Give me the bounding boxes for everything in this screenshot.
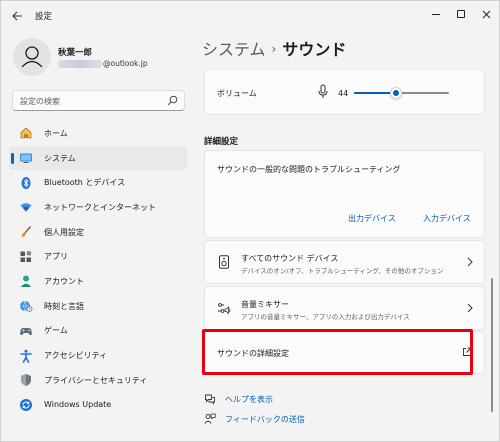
mixer-icon bbox=[218, 303, 231, 315]
bluetooth-icon bbox=[19, 176, 33, 190]
microphone-icon[interactable] bbox=[317, 84, 329, 99]
sidebar-item-label: Bluetooth とデバイス bbox=[44, 178, 126, 188]
shield-icon bbox=[19, 373, 33, 387]
close-icon[interactable] bbox=[475, 5, 497, 23]
title-bar: 設定 bbox=[1, 1, 499, 31]
sidebar-item-apps[interactable]: アプリ bbox=[9, 244, 187, 269]
user-email: @outlook.jp bbox=[58, 59, 148, 68]
sidebar-item-gaming[interactable]: ゲーム bbox=[9, 319, 187, 344]
input-devices-link[interactable]: 入力デバイス bbox=[423, 213, 471, 224]
sidebar-item-label: アプリ bbox=[44, 252, 68, 262]
speaker-device-icon bbox=[219, 255, 229, 269]
sidebar-item-label: 時刻と言語 bbox=[44, 301, 84, 311]
troubleshoot-card: サウンドの一般的な問題のトラブルシューティング 出力デバイス 入力デバイス bbox=[204, 150, 485, 238]
minimize-icon[interactable] bbox=[425, 5, 447, 23]
network-icon bbox=[19, 200, 33, 214]
user-icon bbox=[21, 46, 43, 68]
sidebar-item-label: 個人用設定 bbox=[44, 227, 84, 237]
advanced-sound-settings-title: サウンドの詳細設定 bbox=[217, 349, 289, 358]
all-sound-devices-subtitle: デバイスのオン/オフ、トラブルシューティング、その他のオプション bbox=[241, 267, 444, 275]
sidebar-item-label: ホーム bbox=[44, 128, 68, 138]
slider-thumb[interactable] bbox=[389, 87, 402, 99]
troubleshoot-title: サウンドの一般的な問題のトラブルシューティング bbox=[217, 165, 401, 174]
search-placeholder: 設定の検索 bbox=[20, 97, 60, 106]
back-arrow-icon[interactable] bbox=[9, 8, 25, 24]
sidebar-item-label: ゲーム bbox=[44, 326, 68, 336]
account-icon bbox=[19, 274, 33, 288]
sidebar-item-label: ネットワークとインターネット bbox=[44, 202, 156, 212]
user-name: 秋葉一郎 bbox=[58, 48, 93, 58]
page-title: サウンド bbox=[282, 40, 347, 59]
send-feedback-link[interactable]: フィードバックの送信 bbox=[204, 413, 305, 425]
sidebar-item-privacy-security[interactable]: プライバシーとセキュリティ bbox=[9, 368, 187, 393]
sidebar-item-account[interactable]: アカウント bbox=[9, 269, 187, 294]
avatar[interactable] bbox=[13, 38, 51, 76]
scrollbar-thumb[interactable] bbox=[491, 278, 493, 412]
sidebar-item-home[interactable]: ホーム bbox=[9, 121, 187, 146]
volume-mixer-title: 音量ミキサー bbox=[241, 300, 289, 309]
personalization-icon bbox=[19, 225, 33, 239]
get-help-link[interactable]: ヘルプを表示 bbox=[204, 393, 273, 405]
volume-mixer-row[interactable]: 音量ミキサー アプリの音量ミキサー、アプリの入力および出力デバイス bbox=[204, 286, 485, 330]
gaming-icon bbox=[19, 324, 33, 338]
sidebar-item-label: アクセシビリティ bbox=[44, 351, 108, 361]
home-icon bbox=[19, 126, 33, 140]
breadcrumb-separator: › bbox=[271, 42, 277, 56]
volume-card: ボリューム 44 bbox=[204, 71, 485, 115]
volume-label: ボリューム bbox=[217, 89, 257, 98]
sidebar-item-system[interactable]: システム bbox=[9, 145, 187, 171]
get-help-label: ヘルプを表示 bbox=[225, 394, 273, 404]
apps-icon bbox=[19, 250, 33, 264]
sidebar-item-bluetooth[interactable]: Bluetooth とデバイス bbox=[9, 170, 187, 195]
maximize-icon[interactable] bbox=[450, 5, 472, 23]
user-email-domain: @outlook.jp bbox=[103, 59, 148, 68]
sidebar-item-label: システム bbox=[44, 153, 76, 163]
feedback-icon bbox=[204, 413, 216, 424]
help-icon bbox=[205, 394, 215, 405]
external-link-icon bbox=[463, 347, 472, 356]
search-input[interactable]: 設定の検索 bbox=[12, 90, 185, 111]
volume-mixer-subtitle: アプリの音量ミキサー、アプリの入力および出力デバイス bbox=[241, 313, 410, 321]
sidebar-item-windows-update[interactable]: Windows Update bbox=[9, 393, 187, 418]
breadcrumb: システム › サウンド bbox=[202, 36, 346, 60]
sidebar-item-label: Windows Update bbox=[44, 400, 112, 410]
settings-window: 設定 秋葉一郎 @outlook.jp 設定の検索 ホーム システム Bluet… bbox=[0, 0, 500, 442]
email-redaction bbox=[58, 59, 102, 68]
sidebar-item-label: アカウント bbox=[44, 276, 84, 286]
send-feedback-label: フィードバックの送信 bbox=[225, 414, 305, 424]
search-icon bbox=[167, 95, 178, 106]
sidebar-item-label: プライバシーとセキュリティ bbox=[44, 375, 148, 385]
time-language-icon bbox=[19, 299, 33, 313]
system-icon bbox=[19, 151, 33, 165]
sidebar-item-personalization[interactable]: 個人用設定 bbox=[9, 220, 187, 245]
volume-slider[interactable] bbox=[354, 83, 449, 103]
output-devices-link[interactable]: 出力デバイス bbox=[348, 213, 396, 224]
advanced-sound-settings-row[interactable]: サウンドの詳細設定 bbox=[204, 331, 485, 374]
sidebar-nav: ホーム システム Bluetooth とデバイス ネットワークとインターネット … bbox=[9, 121, 187, 417]
section-title: 詳細設定 bbox=[204, 137, 239, 147]
chevron-right-icon bbox=[467, 303, 473, 313]
sidebar-item-time-language[interactable]: 時刻と言語 bbox=[9, 294, 187, 319]
accessibility-icon bbox=[19, 349, 33, 363]
sidebar-item-accessibility[interactable]: アクセシビリティ bbox=[9, 343, 187, 368]
all-sound-devices-row[interactable]: すべてのサウンド デバイス デバイスのオン/オフ、トラブルシューティング、その他… bbox=[204, 240, 485, 284]
all-sound-devices-title: すべてのサウンド デバイス bbox=[241, 254, 339, 263]
breadcrumb-parent[interactable]: システム bbox=[202, 40, 266, 59]
windows-update-icon bbox=[19, 398, 33, 412]
sidebar-item-network[interactable]: ネットワークとインターネット bbox=[9, 195, 187, 220]
volume-value: 44 bbox=[338, 89, 349, 98]
chevron-right-icon bbox=[467, 257, 473, 267]
app-title: 設定 bbox=[35, 12, 53, 22]
